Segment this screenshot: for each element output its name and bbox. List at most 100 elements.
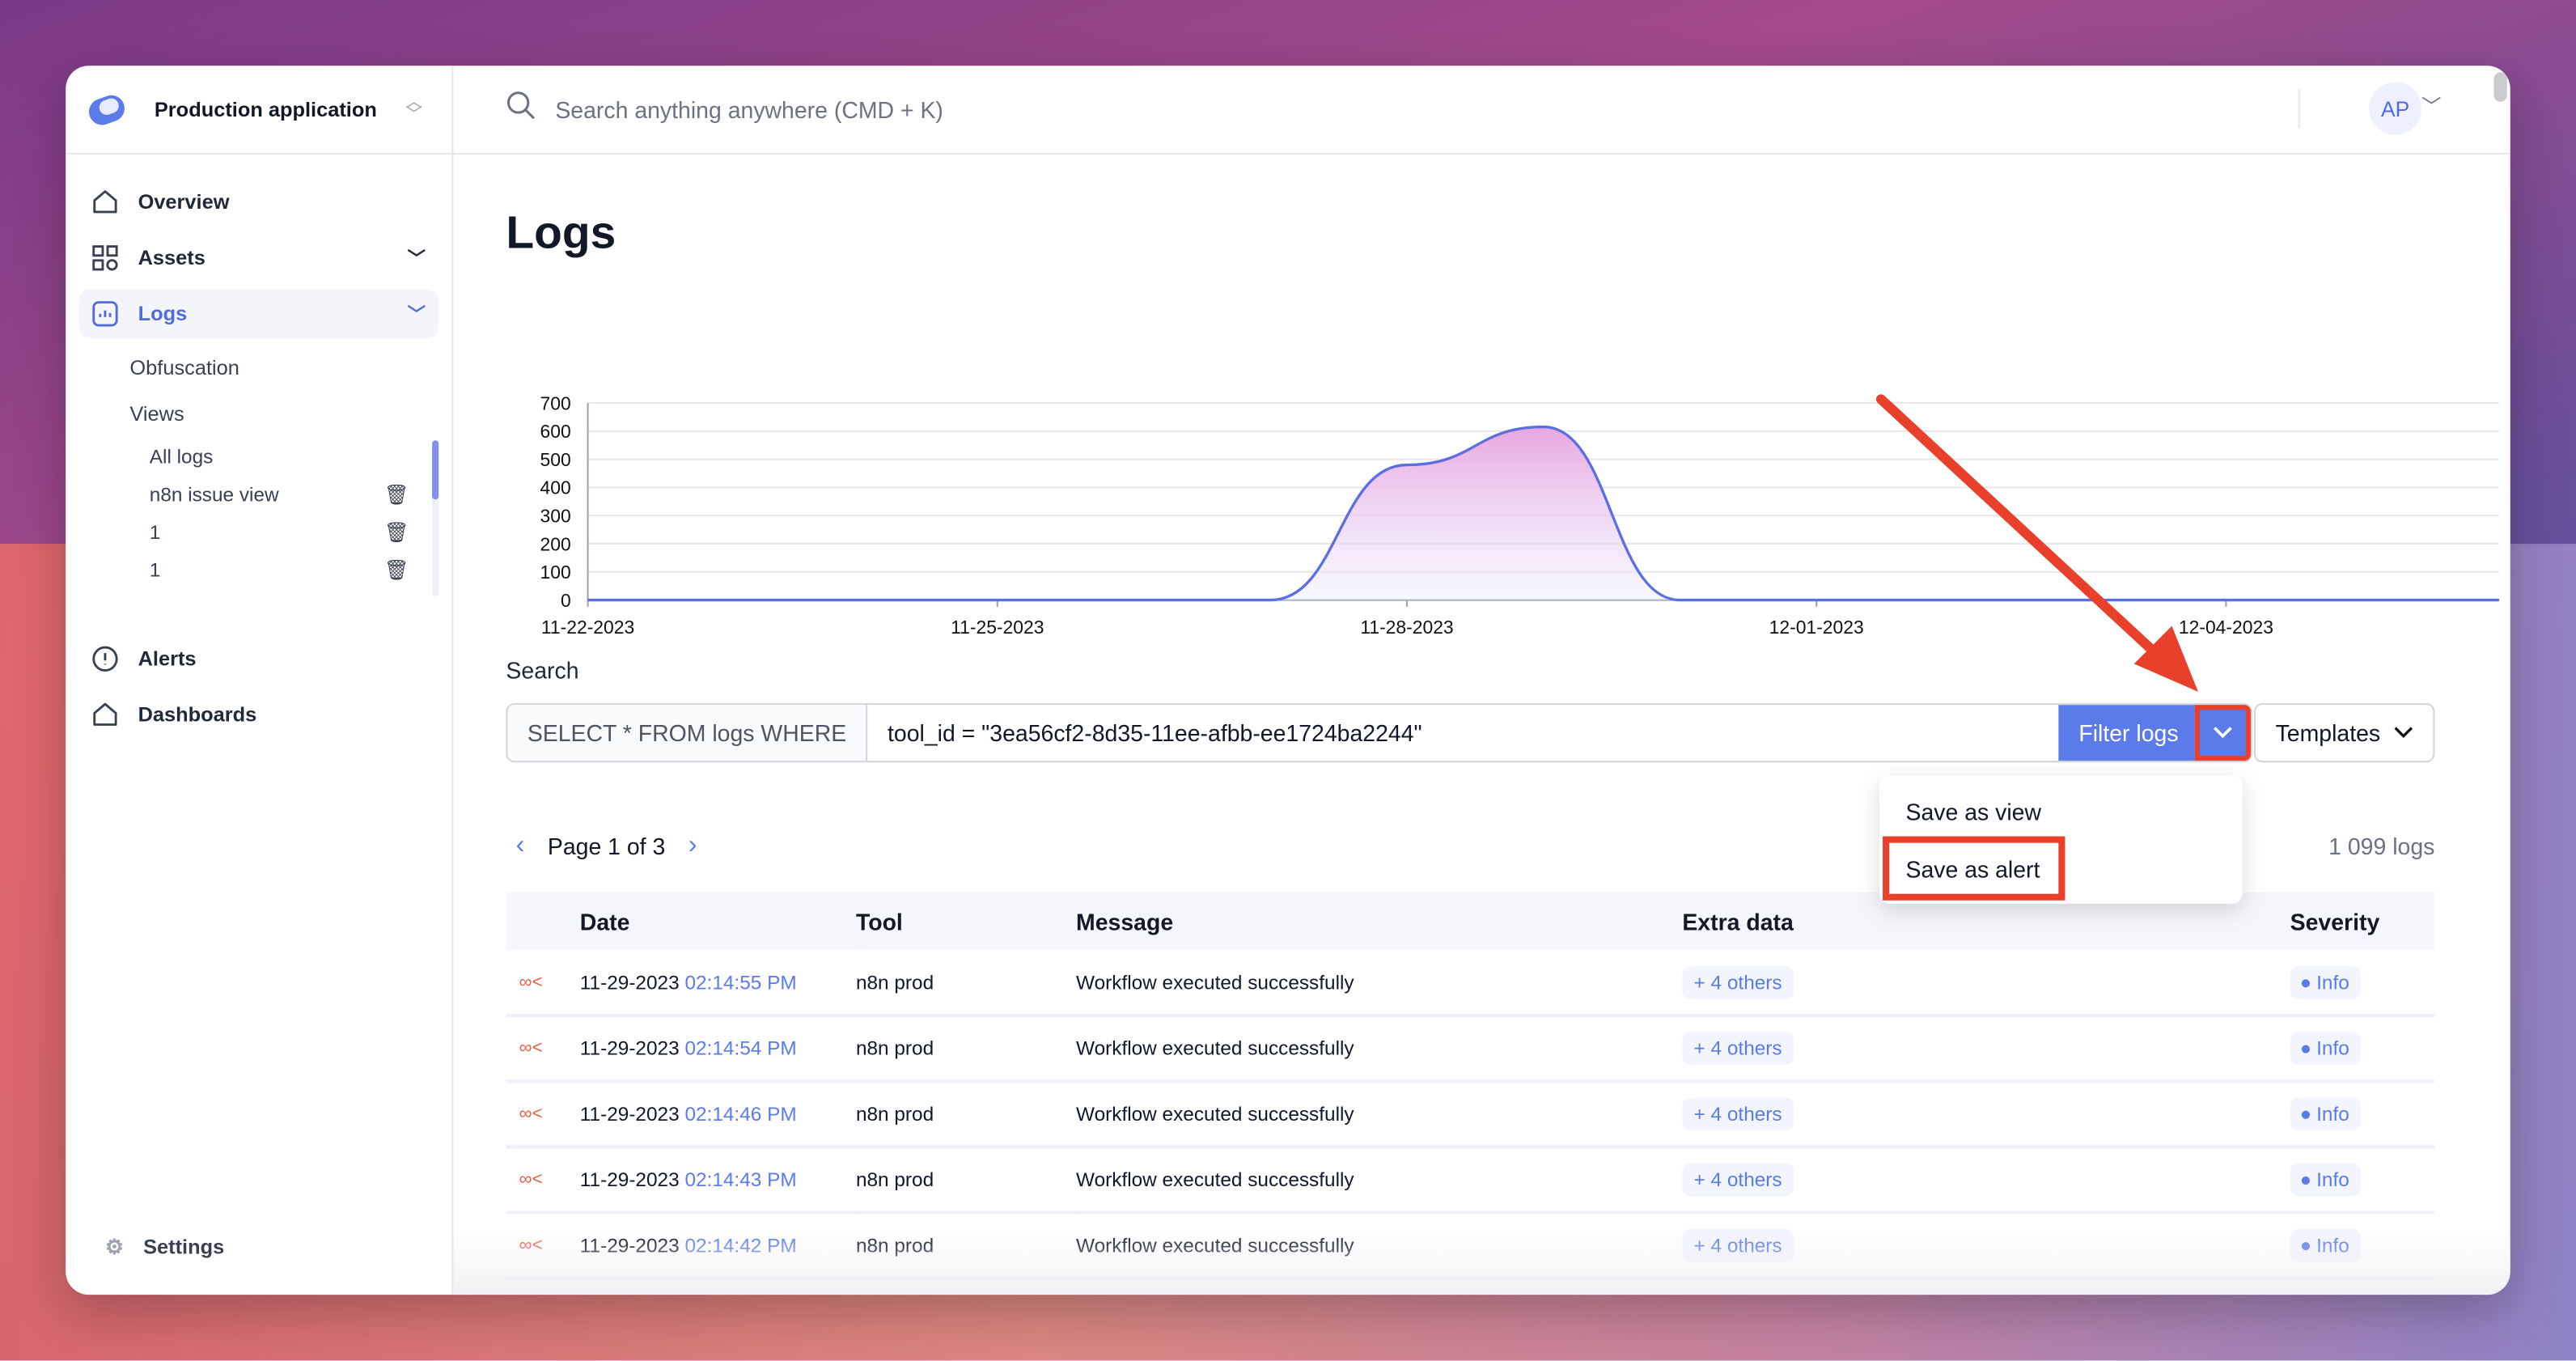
view-label: 1 [149,519,161,544]
y-tick-label: 600 [540,421,571,442]
templates-dropdown[interactable]: Templates [2253,703,2435,763]
sidebar: Production application ︿ ﹀ Overview Asset… [66,66,454,1295]
message-cell: Workflow executed successfully [1076,1147,1683,1215]
view-item[interactable]: 1 🗑 [78,550,439,588]
workflow-icon: ∞< [506,1081,580,1149]
view-label: All logs [149,444,214,468]
date: 11-29-2023 [579,1037,680,1060]
tool-cell: n8n prod [855,949,1077,1017]
views-heading: Views [129,402,184,426]
view-label: 1 [149,558,161,581]
trash-icon[interactable]: 🗑 [384,520,409,543]
chevron-down-icon[interactable]: ﹀ [2421,92,2441,121]
view-item[interactable]: 1 🗑 [78,513,439,551]
severity-badge: Info [2290,1097,2362,1131]
y-tick-label: 200 [540,533,571,554]
column-header-tool[interactable]: Tool [855,892,1077,950]
page-title: Logs [506,206,616,258]
table-row[interactable]: ∞< 11-29-2023 02:14:43 PM n8n prod Workf… [506,1147,2435,1215]
query-bar: SELECT * FROM logs WHERE tool_id = "3ea5… [506,703,2252,763]
x-tick-label: 11-25-2023 [951,617,1044,638]
x-tick-label: 11-28-2023 [1360,617,1453,638]
date-cell: 11-29-2023 02:14:46 PM [579,1081,856,1149]
filter-options-menu: Save as view Save as alert [1879,775,2243,904]
alert-circle-icon [92,646,118,672]
chevron-up-down-icon: ︿ ﹀ [405,92,422,125]
window-scrollbar[interactable] [2493,72,2507,102]
severity-cell: Info [2290,1015,2435,1083]
time: 02:14:46 PM [684,1102,797,1126]
avatar[interactable]: AP [2369,82,2422,135]
chart-icon [92,301,118,327]
trash-icon[interactable]: 🗑 [384,482,409,505]
chevron-down-icon [2394,727,2413,739]
menu-item-save-as-view[interactable]: Save as view [1905,799,2040,825]
settings-label: Settings [143,1234,225,1258]
sidebar-item-label: Assets [138,246,205,270]
sidebar-item-label: Overview [138,190,230,214]
extra-data-cell: + 4 others [1682,1147,2290,1215]
column-header-severity[interactable]: Severity [2290,892,2435,950]
sidebar-item-logs[interactable]: Logs ﹀ [78,289,439,339]
sidebar-item-overview[interactable]: Overview [78,177,439,227]
chevron-down-icon: ﹀ [407,305,426,326]
home-icon [92,702,118,727]
sidebar-item-assets[interactable]: Assets ﹀ [78,233,439,282]
settings-link[interactable]: ⚙ Settings [105,1234,224,1258]
templates-label: Templates [2275,719,2381,746]
severity-badge: Info [2290,1032,2362,1065]
sidebar-item-alerts[interactable]: Alerts [78,634,439,684]
logs-volume-chart: 0 100 200 300 400 500 600 700 11-22-2023 11-25-20… [540,392,2499,638]
date-cell: 11-29-2023 02:14:55 PM [579,949,856,1017]
column-header-date[interactable]: Date [579,892,856,950]
time: 02:14:43 PM [684,1168,797,1192]
table-row[interactable]: ∞< 11-29-2023 02:14:54 PM n8n prod Workf… [506,1015,2435,1083]
search-label: Search [506,657,579,684]
query-input[interactable]: tool_id = "3ea56cf2-8d35-11ee-afbb-ee172… [868,705,1442,761]
y-tick-label: 700 [540,392,571,413]
project-switcher[interactable]: Production application ︿ ﹀ [66,66,452,155]
extra-data-badge[interactable]: + 4 others [1682,965,1794,998]
trash-icon[interactable]: 🗑 [384,558,409,580]
sidebar-item-label: Logs [138,302,188,326]
sidebar-item-obfuscation[interactable]: Obfuscation [78,345,439,391]
x-tick-label: 12-04-2023 [2179,617,2273,638]
extra-data-badge[interactable]: + 4 others [1682,1163,1794,1197]
view-item[interactable]: n8n issue view 🗑 [78,475,439,513]
y-tick-label: 300 [540,505,571,526]
date: 11-29-2023 [579,970,680,994]
app-logo [85,91,129,128]
extra-data-badge[interactable]: + 4 others [1682,1032,1794,1065]
tool-cell: n8n prod [855,1015,1077,1083]
severity-label: Info [2316,1037,2349,1060]
divider [2298,88,2300,129]
next-page-icon[interactable]: › [688,831,697,861]
tool-cell: n8n prod [855,1147,1077,1215]
header-spacer [506,892,580,950]
prev-page-icon[interactable]: ‹ [516,831,525,861]
filter-options-dropdown-button[interactable] [2194,705,2251,761]
sidebar-item-dashboards[interactable]: Dashboards [78,690,439,740]
table-row[interactable]: ∞< 11-29-2023 02:14:46 PM n8n prod Workf… [506,1081,2435,1149]
pagination: ‹ Page 1 of 3 › [516,831,697,861]
grid-icon [92,245,118,271]
menu-item-save-as-alert[interactable]: Save as alert [1905,856,2040,882]
view-item[interactable]: All logs [78,437,439,475]
y-tick-label: 500 [540,449,571,470]
filter-logs-button[interactable]: Filter logs [2058,705,2195,761]
sidebar-scrollbar[interactable] [432,440,439,597]
y-tick-label: 0 [561,590,571,611]
workflow-icon: ∞< [506,1147,580,1215]
chevron-down-icon [2213,727,2232,739]
query-prefix: SELECT * FROM logs WHERE [507,705,868,761]
app-window: Production application ︿ ﹀ Overview Asset… [66,66,2510,1295]
extra-data-cell: + 4 others [1682,949,2290,1017]
table-row[interactable]: ∞< 11-29-2023 02:14:55 PM n8n prod Workf… [506,949,2435,1017]
global-search-input[interactable]: Search anything anywhere (CMD + K) [555,96,943,122]
log-count: 1 099 logs [2328,833,2435,860]
y-tick-label: 100 [540,562,571,583]
extra-data-badge[interactable]: + 4 others [1682,1097,1794,1131]
date: 11-29-2023 [579,1102,680,1126]
time: 02:14:54 PM [684,1037,797,1060]
column-header-message[interactable]: Message [1076,892,1683,950]
